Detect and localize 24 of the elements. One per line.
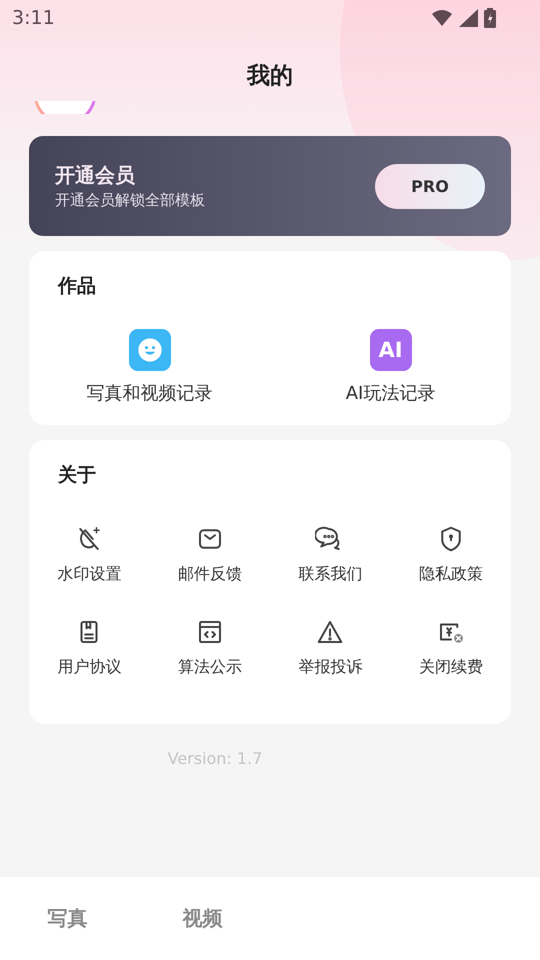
smiley-icon bbox=[128, 329, 170, 371]
section-title: 关于 bbox=[58, 463, 97, 488]
pro-button[interactable]: PRO bbox=[375, 164, 485, 208]
works-item-label[interactable]: AI玩法记录 bbox=[346, 381, 436, 405]
about-item-label[interactable]: 水印设置 bbox=[57, 564, 122, 585]
works-item-label[interactable]: 写真和视频记录 bbox=[86, 381, 212, 405]
about-item-label[interactable]: 关闭续费 bbox=[418, 657, 483, 678]
ai-icon: AI bbox=[370, 329, 412, 371]
status-time: 3:11 bbox=[12, 7, 55, 29]
signal-icon bbox=[459, 9, 478, 27]
avatar-ring bbox=[34, 101, 96, 114]
section-title: 作品 bbox=[58, 274, 97, 299]
vip-subtitle: 开通会员解锁全部模板 bbox=[55, 191, 205, 210]
page-title: 我的 bbox=[246, 62, 294, 91]
about-item-label[interactable]: 邮件反馈 bbox=[178, 564, 242, 585]
about-item-label[interactable]: 用户协议 bbox=[57, 657, 122, 678]
wifi-icon bbox=[431, 9, 453, 27]
about-item-label[interactable]: 算法公示 bbox=[178, 657, 242, 678]
vip-title: 开通会员 bbox=[55, 162, 136, 189]
battery-icon bbox=[484, 8, 496, 28]
about-item-label[interactable]: 举报投诉 bbox=[298, 657, 362, 678]
about-item-label[interactable]: 隐私政策 bbox=[418, 564, 483, 585]
vip-banner[interactable]: 开通会员 开通会员解锁全部模板 PRO bbox=[29, 136, 511, 236]
about-item-label[interactable]: 联系我们 bbox=[298, 564, 362, 585]
